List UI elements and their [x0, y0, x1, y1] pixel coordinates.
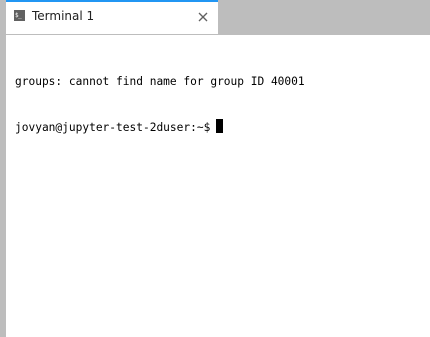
terminal-icon: $_: [14, 10, 25, 21]
tab-title: Terminal 1: [32, 9, 95, 23]
terminal-panel[interactable]: groups: cannot find name for group ID 40…: [6, 34, 430, 337]
close-icon[interactable]: [196, 10, 210, 24]
terminal-line: groups: cannot find name for group ID 40…: [15, 75, 305, 88]
terminal-output[interactable]: groups: cannot find name for group ID 40…: [15, 44, 305, 164]
tab-terminal-1[interactable]: $_ Terminal 1: [6, 0, 218, 34]
terminal-prompt: jovyan@jupyter-test-2duser:~$: [15, 121, 211, 134]
terminal-window: $_ Terminal 1 groups: cannot find name f…: [0, 0, 430, 337]
terminal-cursor: [216, 119, 224, 133]
tab-bar: $_ Terminal 1: [0, 0, 430, 34]
terminal-prompt-line[interactable]: jovyan@jupyter-test-2duser:~$: [15, 119, 305, 134]
